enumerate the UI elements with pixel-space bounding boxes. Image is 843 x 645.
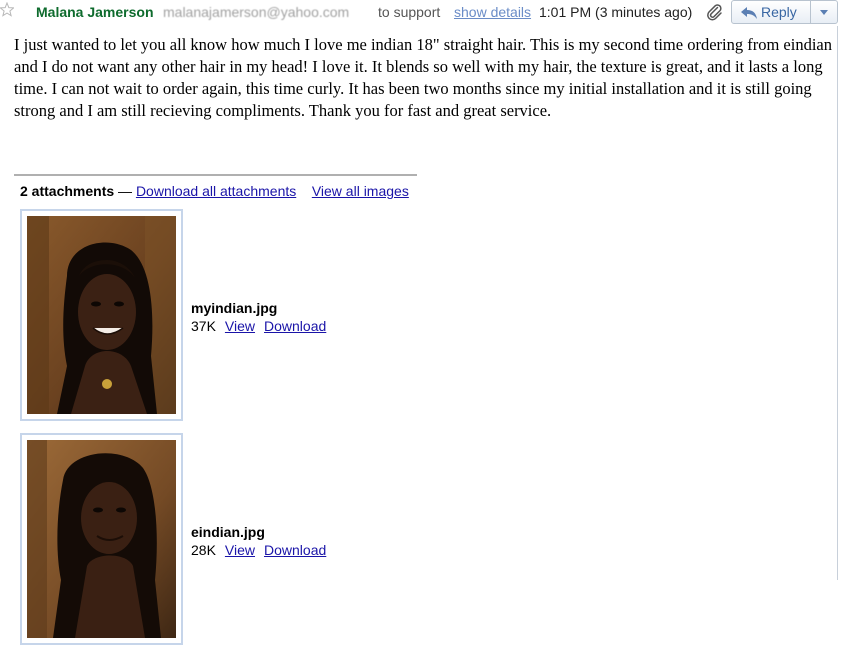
show-details-link[interactable]: show details <box>454 4 531 20</box>
message-border <box>837 26 838 580</box>
message-header: Malana Jamerson malanajamerson@yahoo.com… <box>0 0 843 28</box>
attachment-download-link[interactable]: Download <box>264 542 326 558</box>
attachment-view-link[interactable]: View <box>225 318 255 334</box>
attachment-view-link[interactable]: View <box>225 542 255 558</box>
attachment-file-size: 37K <box>191 318 216 334</box>
reply-button-label: Reply <box>761 4 797 20</box>
attachment-file-size: 28K <box>191 542 216 558</box>
attachment-thumbnail-frame[interactable] <box>20 209 183 421</box>
attachment-thumbnail-image[interactable] <box>27 216 176 414</box>
attachments-header: 2 attachments — Download all attachments… <box>20 183 409 199</box>
reply-arrow-icon <box>741 7 757 19</box>
star-outline-icon[interactable] <box>0 2 14 18</box>
attachment-file-name: eindian.jpg <box>191 524 265 540</box>
attachments-divider <box>14 174 417 176</box>
recipient-text: to support <box>378 4 441 20</box>
message-body: I just wanted to let you all know how mu… <box>14 35 832 120</box>
attachment-thumbnail-frame[interactable] <box>20 433 183 645</box>
attachments-separator: — <box>114 183 136 199</box>
paperclip-icon <box>707 4 722 21</box>
attachment-download-link[interactable]: Download <box>264 318 326 334</box>
attachment-meta: 28K View Download <box>191 542 326 558</box>
attachment-thumbnail-image[interactable] <box>27 440 176 638</box>
sender-email: malanajamerson@yahoo.com <box>163 4 350 20</box>
message-time: 1:01 PM (3 minutes ago) <box>539 4 693 20</box>
download-all-link[interactable]: Download all attachments <box>136 183 296 199</box>
chevron-down-icon <box>820 10 828 15</box>
attachment-meta: 37K View Download <box>191 318 326 334</box>
view-all-images-link[interactable]: View all images <box>312 183 409 199</box>
reply-options-button[interactable] <box>810 0 838 24</box>
attachment-file-name: myindian.jpg <box>191 300 278 316</box>
attachments-count: 2 attachments <box>20 183 115 199</box>
sender-name[interactable]: Malana Jamerson <box>36 4 154 20</box>
reply-button[interactable]: Reply <box>731 0 811 24</box>
